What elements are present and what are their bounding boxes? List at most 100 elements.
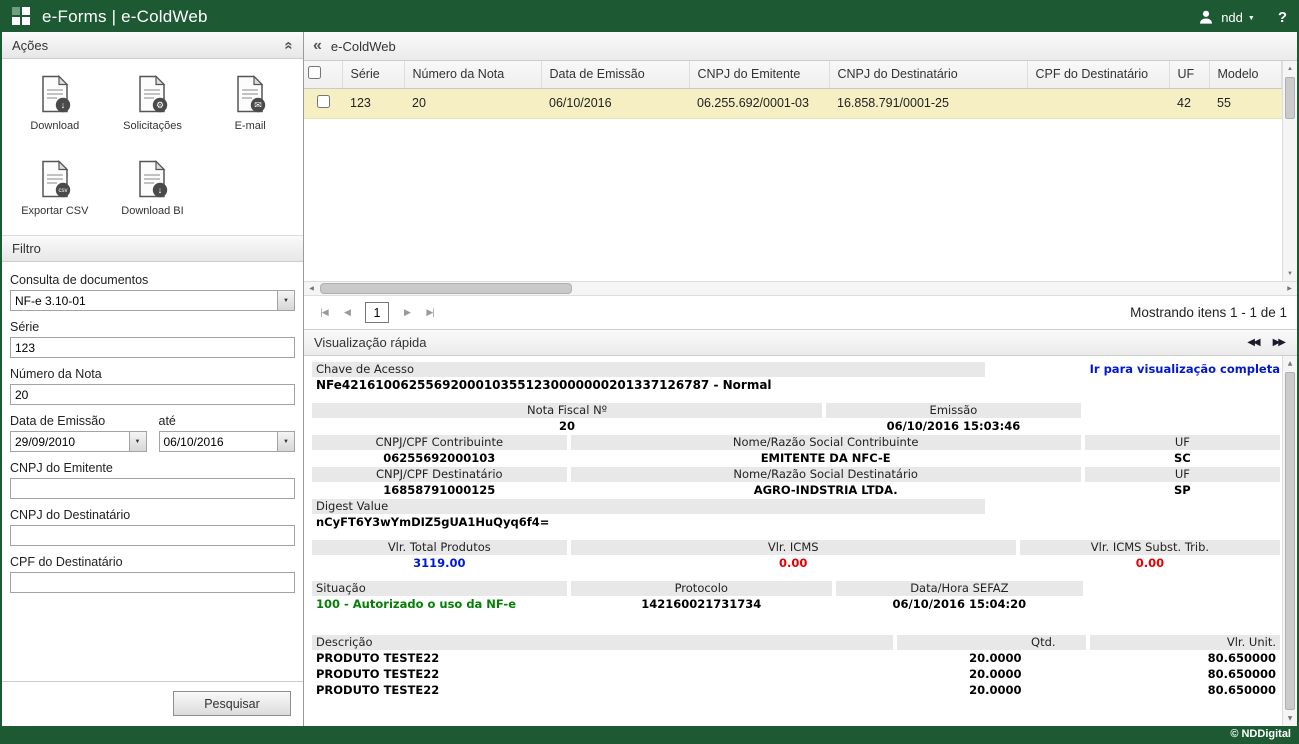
user-name: ndd xyxy=(1221,10,1243,25)
preview-vscroll-thumb[interactable] xyxy=(1285,372,1295,710)
copyright-text: © NDDigital xyxy=(1230,728,1291,740)
svg-text:✉: ✉ xyxy=(254,100,262,110)
first-page-button[interactable]: |◀ xyxy=(314,303,334,323)
pesquisar-button[interactable]: Pesquisar xyxy=(173,691,291,716)
grid-vertical-scrollbar[interactable]: ▲ ▼ xyxy=(1282,61,1297,281)
cpf-destinatario-label: CPF do Destinatário xyxy=(10,555,295,569)
product-vlr-unit: 80.650000 xyxy=(1090,651,1280,666)
action-solicitacoes[interactable]: ⚙ Solicitações xyxy=(104,75,202,132)
serie-input[interactable] xyxy=(10,337,295,358)
sidebar: Ações « ↓ Download xyxy=(2,32,304,726)
situacao-value: 100 - Autorizado o uso da NF-e xyxy=(312,597,567,612)
destinatario-uf-label: UF xyxy=(1085,467,1280,482)
access-key-label: Chave de Acesso xyxy=(312,362,985,377)
col-numero-nota[interactable]: Número da Nota xyxy=(404,61,541,88)
col-uf[interactable]: UF xyxy=(1169,61,1209,88)
footer-bar: © NDDigital xyxy=(2,726,1297,742)
last-page-button[interactable]: ▶| xyxy=(420,303,440,323)
scroll-up-icon[interactable]: ▲ xyxy=(1283,61,1297,76)
current-page-input[interactable]: 1 xyxy=(365,302,389,323)
consulta-value-input[interactable] xyxy=(10,290,295,311)
contribuinte-cnpj-label: CNPJ/CPF Contribuinte xyxy=(312,435,567,450)
row-checkbox[interactable] xyxy=(317,95,330,108)
svg-text:↓: ↓ xyxy=(61,100,66,110)
contribuinte-uf-value: SC xyxy=(1085,451,1280,466)
pagination-bar: |◀ ◀ 1 ▶ ▶| Mostrando itens 1 - 1 de 1 xyxy=(304,296,1297,329)
col-cnpj-emitente[interactable]: CNPJ do Emitente xyxy=(689,61,829,88)
col-cnpj-destinatario[interactable]: CNPJ do Destinatário xyxy=(829,61,1027,88)
col-serie[interactable]: Série xyxy=(342,61,404,88)
col-modelo[interactable]: Modelo xyxy=(1209,61,1282,88)
action-download-bi[interactable]: ↓ Download BI xyxy=(104,160,202,217)
date-to-dropdown-icon[interactable]: ▼ xyxy=(277,432,294,451)
scroll-left-icon[interactable]: ◀ xyxy=(304,282,319,295)
filter-panel-header: Filtro xyxy=(2,235,303,262)
data-emissao-de-input[interactable] xyxy=(10,431,147,452)
col-data-emissao[interactable]: Data de Emissão xyxy=(541,61,689,88)
protocolo-label: Protocolo xyxy=(571,581,832,596)
previous-page-button[interactable]: ◀ xyxy=(337,303,357,323)
data-emissao-label: Data de Emissão xyxy=(10,414,147,428)
cell-cnpj-destinatario: 16.858.791/0001-25 xyxy=(829,88,1027,118)
grid-horizontal-scrollbar[interactable]: ◀ ▶ xyxy=(304,281,1297,296)
vlr-icms-label: Vlr. ICMS xyxy=(571,540,1016,555)
action-email[interactable]: ✉ E-mail xyxy=(201,75,299,132)
product-desc: PRODUTO TESTE22 xyxy=(312,651,893,666)
col-cpf-destinatario[interactable]: CPF do Destinatário xyxy=(1027,61,1169,88)
cnpj-destinatario-input[interactable] xyxy=(10,525,295,546)
next-page-button[interactable]: ▶ xyxy=(397,303,417,323)
date-from-dropdown-icon[interactable]: ▼ xyxy=(129,432,146,451)
user-menu[interactable]: ndd ▼ xyxy=(1221,10,1255,25)
scroll-right-icon[interactable]: ▶ xyxy=(1282,282,1297,295)
grid-hscroll-thumb[interactable] xyxy=(320,283,572,294)
preview-vertical-scrollbar[interactable]: ▲ ▼ xyxy=(1282,356,1297,726)
product-vlr-unit: 80.650000 xyxy=(1090,667,1280,682)
scroll-down-icon[interactable]: ▼ xyxy=(1283,266,1297,281)
cell-uf: 42 xyxy=(1169,88,1209,118)
main-panel: « e-ColdWeb Série Número da Nota Data de… xyxy=(304,32,1297,726)
consulta-dropdown-icon[interactable]: ▼ xyxy=(277,291,294,310)
product-vlr-unit: 80.650000 xyxy=(1090,683,1280,698)
contribuinte-nome-value: EMITENTE DA NFC-E xyxy=(571,451,1081,466)
action-download[interactable]: ↓ Download xyxy=(6,75,104,132)
numero-nota-input[interactable] xyxy=(10,384,295,405)
vlr-unit-header: Vlr. Unit. xyxy=(1090,635,1280,650)
scroll-down-icon[interactable]: ▼ xyxy=(1283,711,1297,726)
protocolo-value: 142160021731734 xyxy=(571,597,832,612)
nota-fiscal-label: Nota Fiscal Nº xyxy=(312,403,822,418)
action-label: Download xyxy=(30,120,79,132)
next-record-button[interactable]: ▶▶ xyxy=(1270,336,1287,349)
full-view-link[interactable]: Ir para visualização completa xyxy=(989,362,1280,377)
product-row: PRODUTO TESTE22 20.0000 80.650000 xyxy=(312,667,1280,682)
vlr-icms-st-label: Vlr. ICMS Subst. Trib. xyxy=(1020,540,1280,555)
consulta-select[interactable]: ▼ xyxy=(10,290,295,311)
cnpj-emitente-input[interactable] xyxy=(10,478,295,499)
qtd-header: Qtd. xyxy=(897,635,1086,650)
results-grid-area: Série Número da Nota Data de Emissão CNP… xyxy=(304,61,1297,281)
scroll-up-icon[interactable]: ▲ xyxy=(1283,356,1297,371)
collapse-actions-icon[interactable]: « xyxy=(281,41,296,49)
data-emissao-ate-input[interactable] xyxy=(159,431,296,452)
download-doc-icon: ↓ xyxy=(38,75,72,113)
destinatario-cnpj-label: CNPJ/CPF Destinatário xyxy=(312,467,567,482)
action-label: Download BI xyxy=(121,205,183,217)
grid-vscroll-thumb[interactable] xyxy=(1285,77,1295,119)
select-all-checkbox[interactable] xyxy=(308,66,321,79)
grid-row[interactable]: 123 20 06/10/2016 06.255.692/0001-03 16.… xyxy=(304,88,1282,118)
collapse-sidebar-icon[interactable]: « xyxy=(313,38,322,54)
action-label: Solicitações xyxy=(123,120,182,132)
grid-panel-title: e-ColdWeb xyxy=(331,39,396,54)
user-icon[interactable] xyxy=(1198,9,1214,25)
situacao-label: Situação xyxy=(312,581,567,596)
previous-record-button[interactable]: ◀◀ xyxy=(1244,336,1261,349)
cell-cnpj-emitente: 06.255.692/0001-03 xyxy=(689,88,829,118)
csv-doc-icon: csv xyxy=(38,160,72,198)
help-button[interactable]: ? xyxy=(1278,9,1287,26)
action-exportar-csv[interactable]: csv Exportar CSV xyxy=(6,160,104,217)
contribuinte-nome-label: Nome/Razão Social Contribuinte xyxy=(571,435,1081,450)
product-row: PRODUTO TESTE22 20.0000 80.650000 xyxy=(312,683,1280,698)
contribuinte-cnpj-value: 06255692000103 xyxy=(312,451,567,466)
product-qtd: 20.0000 xyxy=(897,667,1086,682)
cpf-destinatario-input[interactable] xyxy=(10,572,295,593)
action-label: Exportar CSV xyxy=(21,205,88,217)
